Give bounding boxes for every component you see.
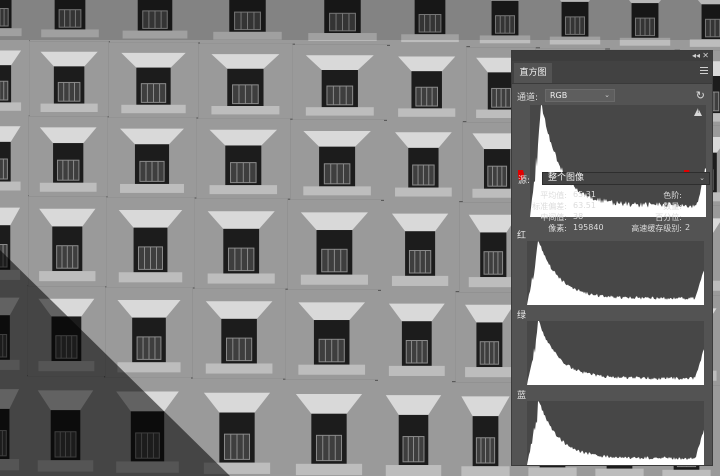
stat-pixels-value: 195840 bbox=[573, 223, 604, 232]
histogram-green bbox=[527, 321, 704, 385]
channel-red-label: 红 bbox=[517, 228, 526, 241]
source-row: 源: 整个图像 ⌄ bbox=[517, 172, 712, 186]
histogram-stats: 平均值: 65.31 色阶: 标准偏差: 63.51 数量: 中间值: 38 百… bbox=[512, 188, 712, 242]
collapse-icon[interactable]: ◂◂ bbox=[692, 51, 700, 61]
stat-count-label: 数量: bbox=[663, 201, 682, 212]
refresh-icon[interactable]: ↻ bbox=[696, 89, 705, 102]
source-label: 源: bbox=[518, 173, 530, 186]
tab-histogram[interactable]: 直方图 bbox=[514, 63, 552, 83]
stat-std-value: 63.51 bbox=[573, 201, 596, 210]
source-select[interactable]: 整个图像 ⌄ bbox=[542, 172, 710, 185]
stat-pixels-label: 像素: bbox=[548, 223, 567, 234]
panel-title-strip: ◂◂ ✕ bbox=[512, 51, 712, 61]
histogram-panel: ◂◂ ✕ 直方图 通道: RGB ⌄ ↻ 源: 整个图像 ⌄ 平均值: 65.3… bbox=[511, 50, 713, 466]
close-icon[interactable]: ✕ bbox=[702, 51, 709, 61]
stat-level-label: 色阶: bbox=[663, 190, 682, 201]
channel-label: 通道: bbox=[517, 90, 538, 103]
stat-mean-label: 平均值: bbox=[540, 190, 567, 201]
stat-median-value: 38 bbox=[573, 212, 583, 221]
channel-blue-label: 蓝 bbox=[517, 388, 526, 401]
histogram-red-graph bbox=[527, 241, 704, 305]
chevron-down-icon: ⌄ bbox=[604, 90, 610, 101]
stat-cache-label: 高速缓存级别: bbox=[631, 223, 682, 234]
source-select-value: 整个图像 bbox=[548, 173, 584, 183]
stat-mean-value: 65.31 bbox=[573, 190, 596, 199]
stat-median-label: 中间值: bbox=[540, 212, 567, 223]
histogram-green-graph bbox=[527, 321, 704, 385]
panel-tab-bar: 直方图 bbox=[512, 61, 712, 84]
stat-cache-value: 2 bbox=[685, 223, 690, 232]
panel-menu-icon[interactable] bbox=[700, 67, 708, 76]
histogram-blue bbox=[527, 401, 704, 465]
channel-green-label: 绿 bbox=[517, 308, 526, 321]
chevron-down-icon: ⌄ bbox=[699, 173, 705, 184]
stat-percentile-label: 百分位: bbox=[655, 212, 682, 223]
histogram-blue-graph bbox=[527, 401, 704, 465]
cache-warning-icon[interactable] bbox=[694, 108, 702, 116]
stat-std-label: 标准偏差: bbox=[532, 201, 567, 212]
channel-select-value: RGB bbox=[550, 91, 567, 100]
channel-row: 通道: RGB ⌄ ↻ bbox=[517, 89, 707, 103]
histogram-red bbox=[527, 241, 704, 305]
channel-select[interactable]: RGB ⌄ bbox=[545, 89, 615, 102]
